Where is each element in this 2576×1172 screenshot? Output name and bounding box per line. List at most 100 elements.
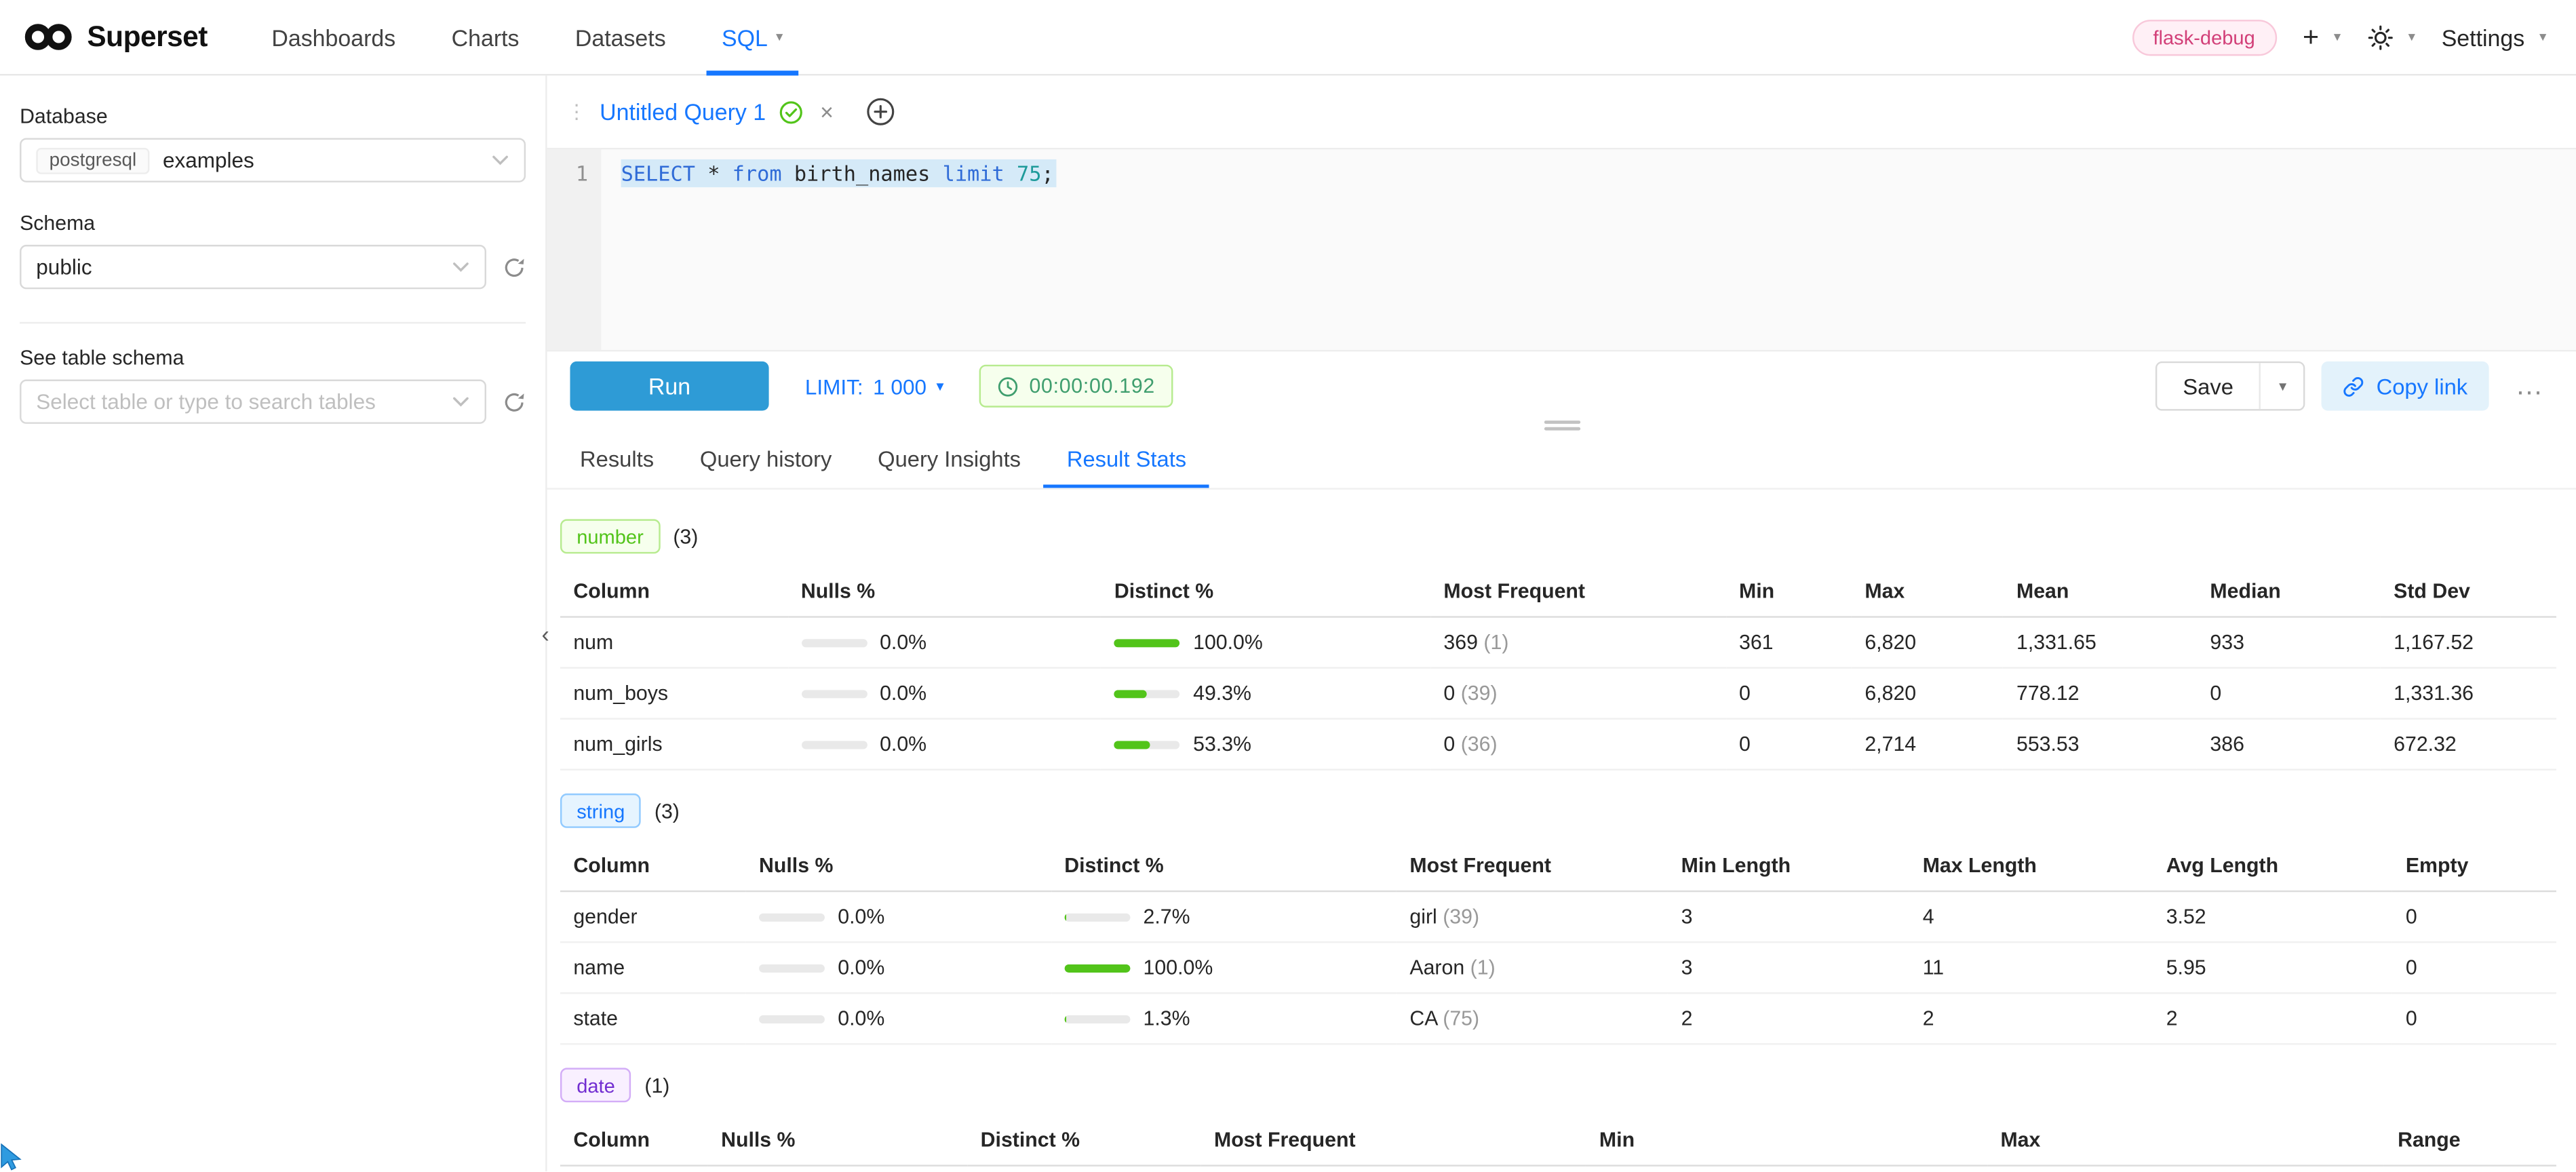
sql-editor[interactable]: 1 SELECT * from birth_names limit 75; (547, 149, 2576, 351)
database-type-tag: postgresql (36, 147, 149, 174)
sql-keyword: SELECT (621, 161, 695, 185)
tab-query-history[interactable]: Query history (677, 431, 855, 488)
schema-select-value: public (36, 254, 92, 279)
col-header: Min (1726, 567, 1852, 617)
sql-table-name: birth_names (782, 161, 943, 185)
most-frequent-cell: CA (75) (1397, 993, 1668, 1044)
settings-menu[interactable]: Settings ▾ (2442, 24, 2547, 50)
stat-cell: 3 (1668, 891, 1909, 942)
chevron-down-icon: ▾ (2539, 28, 2546, 46)
col-header: Avg Length (2153, 841, 2392, 891)
copy-link-label: Copy link (2377, 374, 2468, 398)
stat-cell: 6,820 (1852, 668, 2004, 719)
number-column-count: (3) (673, 525, 698, 548)
col-header: Column (560, 567, 787, 617)
stat-cell: 3 (1668, 942, 1909, 993)
query-valid-check-icon (779, 100, 804, 124)
date-columns-section: date (1) Column Nulls % Distinct % Most … (560, 1068, 2556, 1172)
nav-sql-label: SQL (722, 24, 768, 50)
table-schema-label: See table schema (20, 347, 526, 370)
stat-cell: 1,167.52 (2381, 617, 2556, 668)
editor-toolbar: Run LIMIT: 1 000 ▾ 00:00:00.192 (547, 351, 2576, 421)
distinct-progress-bar (1114, 689, 1180, 697)
stat-cell: 1,331.65 (2004, 617, 2197, 668)
stat-cell: 2 (1909, 993, 2153, 1044)
string-column-count: (3) (655, 799, 680, 822)
stat-cell: 933 (2197, 617, 2381, 668)
nav-datasets[interactable]: Datasets (547, 0, 694, 75)
chevron-down-icon: ▾ (937, 377, 944, 395)
nulls-progress-bar (759, 1015, 825, 1023)
theme-toggle-button[interactable]: ▾ (2367, 24, 2415, 50)
col-header: Std Dev (2381, 567, 2556, 617)
sidebar-divider (20, 322, 526, 324)
nav-dashboards[interactable]: Dashboards (243, 0, 423, 75)
stat-cell: 1965-01-01T03:00:00.000Z (1586, 1166, 1988, 1172)
sql-keyword: from (733, 161, 782, 185)
tab-drag-handle-icon[interactable]: ⋮ (567, 100, 587, 123)
nulls-progress-bar (801, 689, 867, 697)
schema-select[interactable]: public (20, 245, 486, 289)
stat-cell: 0 (2392, 993, 2556, 1044)
stat-column-name: num_girls (560, 719, 787, 770)
copy-link-button[interactable]: Copy link (2322, 362, 2489, 411)
stat-cell: 0 (1726, 719, 1852, 770)
refresh-schema-icon[interactable] (503, 256, 526, 279)
tab-result-stats[interactable]: Result Stats (1044, 431, 1209, 488)
col-header: Min (1586, 1116, 1988, 1166)
col-header: Max Length (1909, 841, 2153, 891)
limit-value: 1 000 (873, 374, 926, 398)
save-button[interactable]: Save (2157, 363, 2261, 409)
stat-cell: 1,331.36 (2381, 668, 2556, 719)
stat-cell: 361 (1726, 617, 1852, 668)
nav-charts[interactable]: Charts (423, 0, 547, 75)
close-tab-icon[interactable]: × (820, 98, 834, 125)
stat-cell: 386 (2197, 719, 2381, 770)
stat-column-name: state (560, 993, 746, 1044)
editor-gutter: 1 (547, 149, 602, 350)
col-header: Min Length (1668, 841, 1909, 891)
query-tab[interactable]: ⋮ Untitled Query 1 × (567, 98, 834, 125)
col-header: Column (560, 841, 746, 891)
col-header: Most Frequent (1397, 841, 1668, 891)
col-header: Nulls % (746, 841, 1051, 891)
chevron-down-icon: ▾ (2334, 28, 2341, 46)
most-frequent-cell: girl (39) (1397, 891, 1668, 942)
table-row: name 0.0% 100.0% Aaron (1) 3 11 5.95 0 (560, 942, 2556, 993)
table-row: num 0.0% 100.0% 369 (1) 361 6,820 1,331.… (560, 617, 2556, 668)
distinct-progress-bar (1064, 964, 1130, 972)
nav-sql[interactable]: SQL ▾ (694, 0, 811, 75)
link-icon (2343, 375, 2364, 396)
new-item-button[interactable]: + ▾ (2303, 20, 2341, 53)
col-header: Max (1987, 1116, 2385, 1166)
new-query-tab-button[interactable] (866, 97, 896, 127)
run-button[interactable]: Run (570, 362, 769, 411)
refresh-tables-icon[interactable] (503, 390, 526, 413)
table-select[interactable]: Select table or type to search tables (20, 380, 486, 424)
result-stats-panel[interactable]: number (3) Column Nulls % Distinct % Mos… (547, 490, 2576, 1172)
clock-icon (998, 375, 1019, 396)
col-header: Range (2385, 1116, 2556, 1166)
panel-resize-handle[interactable] (547, 421, 2576, 431)
limit-dropdown[interactable]: LIMIT: 1 000 ▾ (805, 374, 944, 398)
editor-code-area[interactable]: SELECT * from birth_names limit 75; (602, 149, 2576, 350)
col-header: Nulls % (708, 1116, 968, 1166)
database-select[interactable]: postgresql examples (20, 138, 526, 182)
stat-column-name: num (560, 617, 787, 668)
stat-cell: 0 (2392, 942, 2556, 993)
stat-cell: 0 (1726, 668, 1852, 719)
superset-brand[interactable]: Superset (23, 20, 208, 54)
superset-sqllab-page: Superset Dashboards Charts Datasets SQL … (0, 0, 2576, 1172)
nulls-progress-bar (801, 740, 867, 748)
nulls-progress-bar (759, 913, 825, 921)
save-dropdown-button[interactable]: ▾ (2261, 363, 2304, 409)
date-column-count: (1) (644, 1074, 669, 1097)
tab-results[interactable]: Results (557, 431, 677, 488)
more-options-button[interactable]: … (2505, 370, 2553, 402)
limit-label: LIMIT: (805, 374, 863, 398)
distinct-progress-bar (1064, 913, 1130, 921)
type-tag-date: date (560, 1068, 631, 1102)
collapse-sidebar-button[interactable]: ‹ (532, 618, 559, 650)
number-stats-table: Column Nulls % Distinct % Most Frequent … (560, 567, 2556, 770)
tab-query-insights[interactable]: Query Insights (855, 431, 1044, 488)
